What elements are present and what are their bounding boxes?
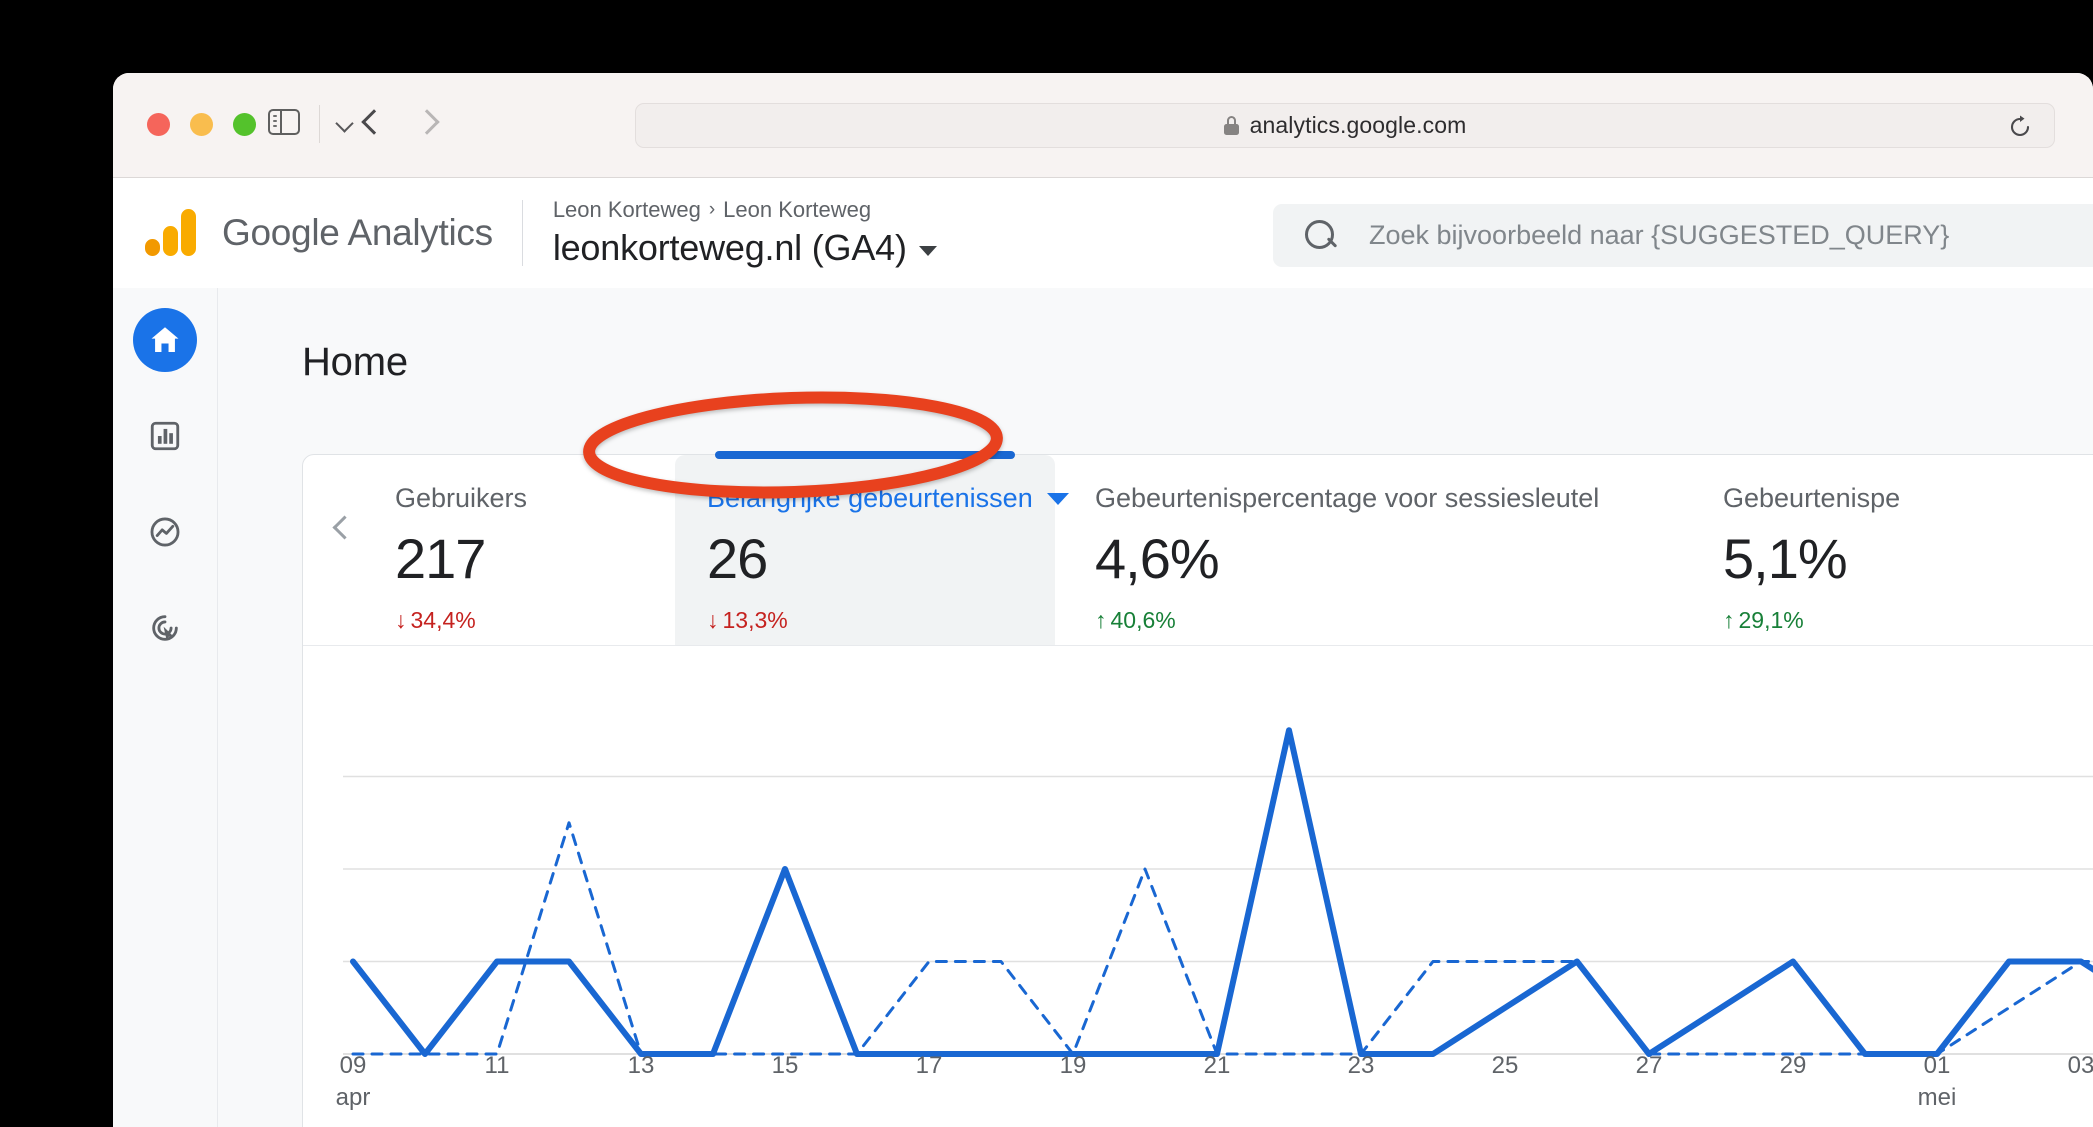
screen: analytics.google.com Google Analytics Le… (0, 0, 2093, 1127)
chevron-left-icon (332, 515, 357, 540)
metric-strip: Gebruikers 217 ↓ 34,4% Belangrijke gebeu… (303, 455, 2093, 645)
page-title: Home (302, 340, 408, 384)
metric-delta: ↑ 29,1% (1723, 607, 2093, 634)
metric-label: Gebruikers (395, 483, 528, 513)
search-placeholder: Zoek bijvoorbeeld naar {SUGGESTED_QUERY} (1369, 220, 1950, 250)
chevron-right-icon[interactable] (408, 105, 448, 145)
chart-series-current (350, 727, 2093, 1057)
bar-chart-icon (150, 421, 180, 451)
x-tick-label: 03 (2067, 1052, 2093, 1079)
metric-delta-value: 40,6% (1110, 607, 1176, 633)
header-divider (521, 200, 523, 266)
toolbar-divider (319, 105, 320, 143)
property-name-label: leonkorteweg.nl (GA4) (552, 227, 907, 268)
metric-value: 26 (707, 527, 768, 590)
window-controls[interactable] (147, 113, 256, 136)
chevron-right-icon: › (708, 199, 716, 220)
metric-delta: ↓ 13,3% (707, 607, 1055, 634)
arrow-down-icon: ↓ (707, 607, 719, 633)
x-tick-label: 11 (484, 1052, 510, 1079)
safari-window: analytics.google.com Google Analytics Le… (113, 73, 2093, 1127)
x-tick-label: 23 (1347, 1052, 1375, 1079)
main-content: Home Gebruikers 217 ↓ 34,4% Belangrijke … (218, 288, 2093, 1127)
chevron-down-icon[interactable] (335, 117, 357, 129)
sidebar-item-explore[interactable] (133, 500, 197, 564)
x-tick-label: 01 mei (1917, 1052, 1957, 1111)
home-icon (151, 327, 179, 353)
advertising-target-icon (152, 615, 178, 641)
address-bar[interactable]: analytics.google.com (635, 103, 2055, 148)
overview-card: Gebruikers 217 ↓ 34,4% Belangrijke gebeu… (302, 454, 2093, 1127)
metric-card-belangrijke-gebeurtenissen[interactable]: Belangrijke gebeurtenissen 26 ↓ 13,3% (675, 455, 1069, 645)
metric-delta-value: 34,4% (410, 607, 476, 633)
left-nav-rail (113, 288, 218, 1127)
search-input[interactable]: Zoek bijvoorbeeld naar {SUGGESTED_QUERY} (1273, 204, 2093, 267)
breadcrumb[interactable]: Leon Korteweg › Leon Korteweg (553, 197, 937, 223)
sidebar-item-reports[interactable] (133, 404, 197, 468)
ga-body: Home Gebruikers 217 ↓ 34,4% Belangrijke … (113, 288, 2093, 1127)
metric-delta-value: 13,3% (722, 607, 788, 633)
url-text: analytics.google.com (1249, 112, 1467, 138)
search-icon (1305, 219, 1337, 252)
lock-icon (1223, 116, 1239, 135)
metric-card-gebeurtenispercentage[interactable]: Gebeurtenispercentage voor sessiesleutel… (1095, 455, 1615, 645)
sidebar-item-advertising[interactable] (133, 596, 197, 660)
metric-delta-value: 29,1% (1738, 607, 1804, 633)
metric-value: 4,6% (1095, 527, 1220, 590)
explore-trend-icon (150, 517, 180, 547)
metric-label-text: Belangrijke gebeurtenissen (707, 483, 1033, 513)
metric-label[interactable]: Belangrijke gebeurtenissen (707, 483, 1069, 514)
close-window-button[interactable] (147, 113, 170, 136)
x-tick-label: 25 (1491, 1052, 1519, 1079)
caret-down-icon[interactable] (918, 246, 937, 256)
arrow-up-icon: ↑ (1095, 607, 1107, 633)
metric-label: Gebeurtenispercentage voor sessiesleutel (1095, 483, 1600, 513)
metric-value: 5,1% (1723, 527, 1848, 590)
metric-delta: ↓ 34,4% (395, 607, 675, 634)
arrow-down-icon: ↓ (395, 607, 407, 633)
reload-icon[interactable] (2008, 115, 2032, 139)
sidebar-item-home[interactable] (133, 308, 197, 372)
brand-title: Google Analytics (222, 212, 493, 253)
x-tick-label: 17 (915, 1052, 943, 1079)
x-tick-label: 19 (1059, 1052, 1087, 1079)
maximize-window-button[interactable] (233, 113, 256, 136)
browser-toolbar: analytics.google.com (113, 73, 2093, 178)
x-tick-label: 15 (771, 1052, 799, 1079)
google-analytics-logo (145, 208, 205, 258)
property-selector[interactable]: Leon Korteweg › Leon Korteweg leonkortew… (553, 197, 937, 269)
metric-label: Gebeurtenispe (1723, 483, 1901, 513)
property-name[interactable]: leonkorteweg.nl (GA4) (553, 227, 937, 269)
breadcrumb-account[interactable]: Leon Korteweg (553, 197, 701, 223)
chart-svg (343, 727, 2093, 1057)
minimize-window-button[interactable] (190, 113, 213, 136)
metric-prev-button[interactable] (325, 513, 359, 547)
chevron-left-icon[interactable] (355, 105, 395, 145)
chart-x-axis: 09 apr 11 13 15 17 19 21 23 25 27 29 01 mei 03 (303, 1052, 2093, 1122)
metric-card-gebeurtenispe[interactable]: Gebeurtenispe 5,1% ↑ 29,1% (1723, 455, 2093, 645)
ga-header: Google Analytics Leon Korteweg › Leon Ko… (113, 178, 2093, 288)
x-tick-label: 13 (627, 1052, 655, 1079)
x-tick-label: 29 (1779, 1052, 1807, 1079)
metric-value: 217 (395, 527, 486, 590)
breadcrumb-property[interactable]: Leon Korteweg (723, 197, 871, 223)
metric-delta: ↑ 40,6% (1095, 607, 1615, 634)
x-tick-label: 21 (1203, 1052, 1231, 1079)
arrow-up-icon: ↑ (1723, 607, 1735, 633)
sidebar-toggle-icon[interactable] (268, 109, 300, 139)
caret-down-icon[interactable] (1046, 492, 1069, 505)
x-tick-label: 09 apr (335, 1052, 371, 1111)
metric-card-gebruikers[interactable]: Gebruikers 217 ↓ 34,4% (395, 455, 675, 645)
x-tick-label: 27 (1635, 1052, 1663, 1079)
timeseries-chart[interactable]: 09 apr 11 13 15 17 19 21 23 25 27 29 01 mei 03 (303, 645, 2093, 1127)
